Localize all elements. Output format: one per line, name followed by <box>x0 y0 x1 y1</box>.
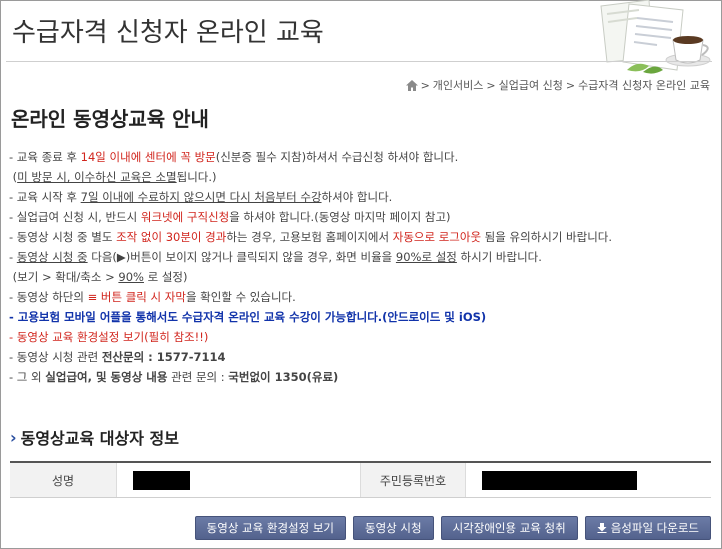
breadcrumb-item-current: 수급자격 신청자 온라인 교육 <box>578 79 710 92</box>
section-title: 온라인 동영상교육 안내 <box>11 107 209 131</box>
notice-text: - 동영상 하단의 <box>9 290 88 304</box>
notice-item: - 동영상 시청 관련 전산문의 : 1577-7114 <box>9 347 714 367</box>
notice-text: 하셔야 합니다. <box>321 190 393 204</box>
notice-highlight: 14일 이내에 센터에 꼭 방문 <box>80 150 216 164</box>
watch-video-button[interactable]: 동영상 시청 <box>353 516 434 540</box>
target-info-title: › 동영상교육 대상자 정보 <box>10 425 179 449</box>
notice-item: - 동영상 시청 중 별도 조작 없이 30분이 경과하는 경우, 고용보험 홈… <box>9 227 714 247</box>
notice-text: - 동영상 시청 관련 <box>9 350 102 364</box>
env-settings-button[interactable]: 동영상 교육 환경설정 보기 <box>194 516 347 540</box>
notice-highlight: ≡ 버튼 클릭 시 자막 <box>87 290 186 304</box>
id-number-redaction <box>482 470 637 490</box>
notice-text: - 동영상 시청 중 별도 <box>9 230 117 244</box>
notice-text: 관련 문의 : <box>167 370 229 384</box>
notice-underlined: 90% <box>118 270 144 284</box>
notice-item: - 동영상 교육 환경설정 보기(필히 참조!!) <box>9 327 714 347</box>
breadcrumb-item-personal-service[interactable]: 개인서비스 <box>433 77 484 93</box>
blind-audio-button[interactable]: 시각장애인용 교육 청취 <box>440 516 578 540</box>
notice-highlight: 자동으로 로그아웃 <box>392 230 482 244</box>
home-icon[interactable] <box>405 79 418 91</box>
notice-item: - 동영상 시청 중 다음(▶)버튼이 보이지 않거나 클릭되지 않을 경우, … <box>9 247 714 267</box>
notice-underlined: 90%로 설정 <box>395 250 457 264</box>
notice-text: (보기 > 확대/축소 > <box>12 270 119 284</box>
breadcrumb-separator: > <box>565 78 576 92</box>
breadcrumb-separator: > <box>486 78 496 92</box>
name-label: 성명 <box>10 463 117 497</box>
target-info-title-text: 동영상교육 대상자 정보 <box>20 429 179 448</box>
notice-text: (신분증 필수 지참)하셔서 수급신청 하셔야 합니다. <box>215 150 459 164</box>
notice-list: - 교육 종료 후 14일 이내에 센터에 꼭 방문(신분증 필수 지참)하셔서… <box>9 147 714 387</box>
notice-text: - <box>9 330 17 344</box>
id-number-label: 주민등록번호 <box>361 463 466 497</box>
notice-text: 로 설정) <box>143 270 188 284</box>
notice-text: 하는 경우, 고용보험 홈페이지에서 <box>226 230 393 244</box>
notice-item-mobile-app: - 고용보험 모바일 어플을 통해서도 수급자격 온라인 교육 수강이 가능합니… <box>9 310 487 324</box>
notice-item: (보기 > 확대/축소 > 90% 로 설정) <box>9 267 714 287</box>
notice-item: - 실업급여 신청 시, 반드시 워크넷에 구직신청을 하셔야 합니다.(동영상… <box>9 207 714 227</box>
audio-download-button[interactable]: 음성파일 다운로드 <box>584 516 711 540</box>
notice-text: 됩니다.) <box>176 170 217 184</box>
notice-underlined: 7일 이내에 수료하지 않으시면 다시 처음부터 수강 <box>80 190 322 204</box>
documents-coffee-illustration <box>600 0 711 74</box>
env-settings-link[interactable]: 동영상 교육 환경설정 보기(필히 참조!!) <box>17 330 209 344</box>
header-divider <box>6 61 712 62</box>
notice-text: 을 하셔야 합니다.(동영상 마지막 페이지 참고) <box>229 210 451 224</box>
notice-item: - 동영상 하단의 ≡ 버튼 클릭 시 자막을 확인할 수 있습니다. <box>9 287 714 307</box>
notice-text: - 교육 종료 후 <box>9 150 81 164</box>
notice-highlight: 워크넷에 구직신청 <box>140 210 230 224</box>
breadcrumb-separator: > <box>420 78 430 92</box>
notice-text: - 교육 시작 후 <box>9 190 81 204</box>
action-buttons: 동영상 교육 환경설정 보기 동영상 시청 시각장애인용 교육 청취 음성파일 … <box>194 516 711 540</box>
notice-item: (미 방문 시, 이수하신 교육은 소멸됩니다.) <box>9 167 714 187</box>
notice-underlined: 미 방문 시, 이수하신 교육은 소멸 <box>17 170 177 184</box>
notice-text: 하시기 바랍니다. <box>456 250 542 264</box>
notice-bold: 실업급여, 및 동영상 내용 <box>45 370 168 384</box>
notice-underlined: 동영상 시청 중 <box>16 250 88 264</box>
notice-text: - 그 외 <box>9 370 46 384</box>
name-value <box>117 463 361 497</box>
target-info-table: 성명 주민등록번호 <box>10 461 711 498</box>
notice-text: 됨을 유의하시기 바랍니다. <box>481 230 613 244</box>
notice-item: - 교육 종료 후 14일 이내에 센터에 꼭 방문(신분증 필수 지참)하셔서… <box>9 147 714 167</box>
breadcrumb: > 개인서비스 > 실업급여 신청 > 수급자격 신청자 온라인 교육 <box>405 77 710 93</box>
notice-bold: 국번없이 1350(유료) <box>228 370 339 384</box>
id-number-value <box>466 463 711 497</box>
breadcrumb-item-unemployment-apply[interactable]: 실업급여 신청 <box>499 77 563 93</box>
notice-text: - <box>9 250 17 264</box>
audio-download-label: 음성파일 다운로드 <box>610 521 699 535</box>
notice-item: - 교육 시작 후 7일 이내에 수료하지 않으시면 다시 처음부터 수강하셔야… <box>9 187 714 207</box>
page-title: 수급자격 신청자 온라인 교육 <box>12 18 324 48</box>
chevron-right-icon: › <box>10 427 17 447</box>
notice-item: - 그 외 실업급여, 및 동영상 내용 관련 문의 : 국번없이 1350(유… <box>9 367 714 387</box>
notice-text: 을 확인할 수 있습니다. <box>185 290 296 304</box>
notice-text: 다음(▶)버튼이 보이지 않거나 클릭되지 않을 경우, 화면 비율을 <box>87 250 396 264</box>
notice-bold: 전산문의 : 1577-7114 <box>101 350 226 364</box>
download-icon <box>597 523 607 533</box>
notice-highlight: 조작 없이 30분이 경과 <box>116 230 227 244</box>
name-redaction <box>133 470 190 490</box>
notice-text: - 실업급여 신청 시, 반드시 <box>9 210 141 224</box>
